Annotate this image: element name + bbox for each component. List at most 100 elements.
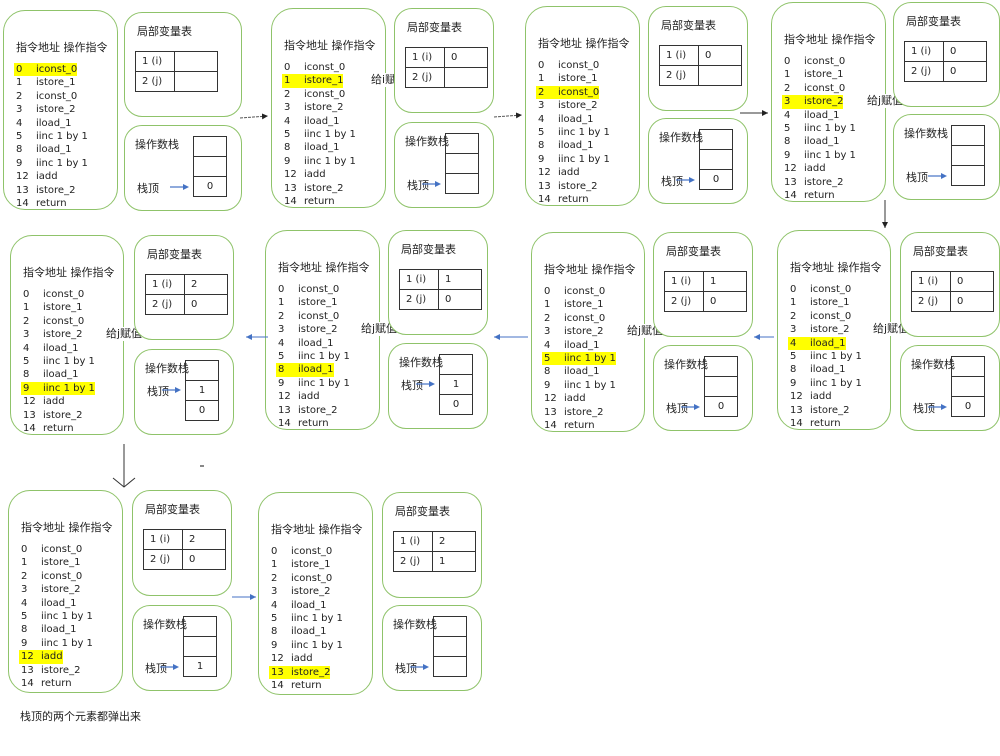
instruction-header: 指令地址 操作指令 <box>16 41 108 54</box>
local-variable-row: 1 (i) 0 <box>904 41 987 62</box>
instruction-opcode: iinc 1 by 1 <box>36 157 88 169</box>
instruction-opcode: iconst_0 <box>304 62 346 73</box>
instruction-address: 3 <box>16 104 23 116</box>
local-variable-row: 2 (j) 1 <box>393 551 476 572</box>
instruction-address: 8 <box>21 624 28 636</box>
local-variable-value: 0 <box>943 61 987 82</box>
stray-dot <box>200 465 204 467</box>
instruction-opcode: iconst_0 <box>558 85 600 100</box>
instruction-opcode: istore_2 <box>41 584 81 596</box>
instruction-address: 4 <box>544 339 551 351</box>
operand-stack-slot <box>951 125 985 146</box>
local-variable-slot: 1 (i) <box>145 274 185 295</box>
local-variable-row: 2 (j) <box>405 67 488 88</box>
instruction-address: 4 <box>21 597 28 609</box>
local-variable-table: 1 (i) 2 2 (j) 0 <box>143 529 226 570</box>
instruction-row: 3 istore_2 给j赋值 <box>788 322 911 336</box>
instruction-panel: 指令地址 操作指令 0 iconst_0 1 istore_1 2 iconst_0 3 ist… <box>10 235 144 435</box>
instruction-opcode: istore_1 <box>36 77 76 89</box>
operand-stack-title: 操作数栈 <box>659 131 703 144</box>
instruction-address: 3 <box>278 324 285 336</box>
instruction-address: 14 <box>23 422 36 434</box>
local-variable-row: 1 (i) 1 <box>399 269 482 290</box>
instruction-row: 0 iconst_0 <box>282 61 356 74</box>
instruction-row: 2 iconst_0 <box>269 572 343 585</box>
instruction-address: 0 <box>21 544 28 555</box>
local-variable-title: 局部变量表 <box>913 245 968 258</box>
local-variable-slot: 2 (j) <box>393 551 433 572</box>
local-variable-table: 1 (i) 2 2 (j) 1 <box>393 531 476 572</box>
instruction-row: 14 return <box>269 679 343 692</box>
instruction-row: 14 return <box>782 189 856 202</box>
local-variable-row: 2 (j) 0 <box>911 291 994 312</box>
instruction-opcode: istore_2 <box>564 406 604 418</box>
instruction-row: 13 istore_2 <box>536 180 610 193</box>
local-variable-value: 1 <box>703 271 747 292</box>
instruction-address: 0 <box>278 284 285 295</box>
operand-stack-title: 操作数栈 <box>399 356 443 369</box>
instruction-opcode: iinc 1 by 1 <box>558 153 610 165</box>
instruction-address: 13 <box>21 664 34 676</box>
instruction-opcode: iinc 1 by 1 <box>810 350 862 362</box>
local-variable-slot: 2 (j) <box>911 291 951 312</box>
operand-stack: 0 <box>699 129 733 190</box>
instruction-opcode: iinc 1 by 1 <box>304 155 356 167</box>
instruction-row: 9 iinc 1 by 1 <box>19 637 93 650</box>
instruction-opcode: iload_1 <box>41 624 77 636</box>
instruction-row: 9 iinc 1 by 1 <box>269 639 343 652</box>
local-variable-table: 1 (i) 1 2 (j) 0 <box>399 269 482 310</box>
operand-stack-slot: 1 <box>439 375 473 395</box>
instruction-address: 0 <box>790 284 797 295</box>
instruction-opcode: iinc 1 by 1 <box>298 350 350 362</box>
instruction-opcode: iload_1 <box>291 599 327 611</box>
instruction-header: 指令地址 操作指令 <box>544 263 636 276</box>
local-variable-row: 2 (j) 0 <box>904 61 987 82</box>
instruction-address: 1 <box>23 302 30 314</box>
operand-stack: 10 <box>439 354 473 415</box>
instruction-address: 9 <box>284 155 291 167</box>
instruction-row: 2 iconst_0 <box>19 570 93 583</box>
instruction-address: 9 <box>278 377 285 389</box>
instruction-opcode: istore_1 <box>564 299 604 311</box>
instruction-opcode: iload_1 <box>41 597 77 609</box>
instruction-address: 1 <box>282 74 304 88</box>
instruction-address: 9 <box>790 377 797 389</box>
local-variable-panel: 局部变量表 1 (i) 2 (j) <box>124 12 242 117</box>
local-variable-row: 2 (j) 0 <box>399 289 482 310</box>
instruction-opcode: istore_2 <box>36 104 76 116</box>
instruction-opcode: iconst_0 <box>36 63 78 77</box>
instruction-row: 2 iconst_0 <box>14 90 88 103</box>
arrow-step1-to-step2 <box>239 113 269 120</box>
instruction-opcode: iload_1 <box>810 364 846 376</box>
instruction-row: 12 iadd <box>269 652 343 665</box>
stack-top-label: 栈顶 <box>137 181 159 195</box>
instruction-address: 8 <box>16 144 23 156</box>
local-variable-slot: 2 (j) <box>399 289 439 310</box>
instruction-row: 12 iadd <box>788 390 862 403</box>
instruction-row: 3 istore_2 <box>14 103 88 116</box>
instruction-address: 13 <box>784 176 797 188</box>
instruction-opcode: iconst_0 <box>558 60 600 71</box>
local-variable-row: 2 (j) 0 <box>664 291 747 312</box>
local-variable-panel: 局部变量表 1 (i) 2 2 (j) 0 <box>132 490 232 596</box>
instruction-opcode: istore_2 <box>41 664 81 676</box>
instruction-row: 5 iinc 1 by 1 <box>536 126 610 139</box>
local-variable-value: 1 <box>438 269 482 290</box>
instruction-row: 8 iload_1 <box>14 143 88 156</box>
instruction-opcode: iinc 1 by 1 <box>291 639 343 651</box>
local-variable-title: 局部变量表 <box>145 503 200 516</box>
local-variable-value: 2 <box>182 529 226 550</box>
instruction-opcode: istore_2 <box>36 184 76 196</box>
operand-stack-slot <box>699 150 733 170</box>
instruction-address: 2 <box>23 315 30 327</box>
instruction-row: 13 istore_2 <box>282 182 356 195</box>
instruction-address: 12 <box>284 169 297 181</box>
local-variable-value: 1 <box>432 551 476 572</box>
instruction-address: 14 <box>284 195 297 207</box>
instruction-opcode: istore_2 <box>558 100 598 112</box>
instruction-address: 13 <box>278 404 291 416</box>
instruction-row: 4 iload_1 <box>269 599 343 612</box>
instruction-address: 12 <box>544 393 557 405</box>
instruction-row: 13 istore_2 <box>14 184 88 197</box>
instruction-opcode: istore_2 <box>304 182 344 194</box>
